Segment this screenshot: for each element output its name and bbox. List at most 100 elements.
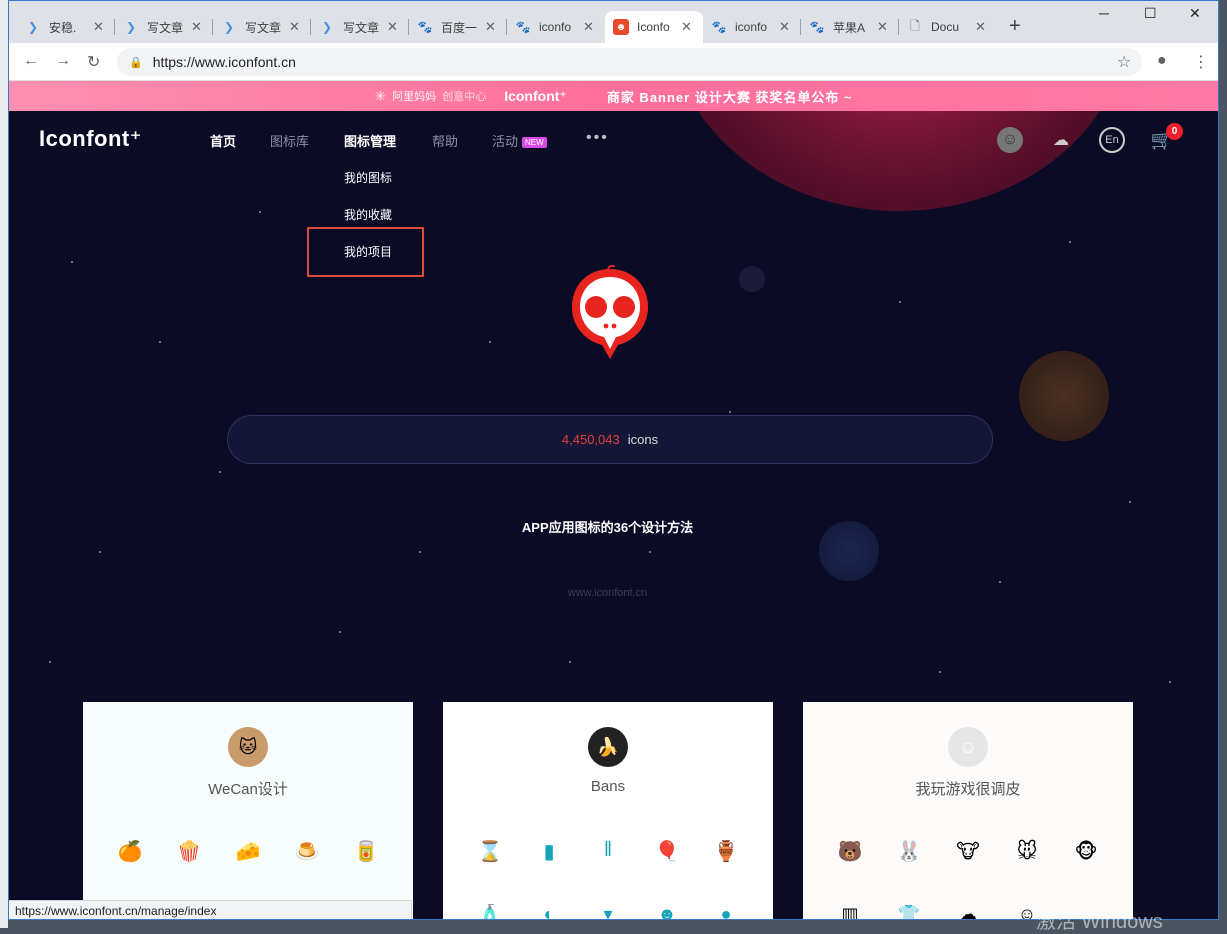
sparkle-icon: ✳ xyxy=(374,87,387,104)
cloud-icon[interactable]: ☁ xyxy=(939,904,997,919)
close-icon[interactable]: ✕ xyxy=(681,19,692,35)
close-icon[interactable]: ✕ xyxy=(93,19,104,35)
hourglass-icon[interactable]: ⌛ xyxy=(461,839,519,864)
orange-icon[interactable]: 🍊 xyxy=(101,839,159,864)
back-arrow-icon[interactable]: ← xyxy=(23,52,39,70)
rabbit-icon[interactable]: 🐰 xyxy=(880,839,938,864)
monkey-icon[interactable]: 🐵 xyxy=(1057,839,1115,864)
card-icon-row: 🐻 🐰 🐮 🐭 🐵 xyxy=(821,839,1115,864)
csdn-icon: ❯ xyxy=(125,20,137,34)
tab-8[interactable]: 🐾 iconfo ✕ xyxy=(703,11,801,43)
balloon-icon[interactable]: 🎈 xyxy=(638,839,696,864)
close-icon[interactable]: ✕ xyxy=(583,19,594,35)
card-icon-row: ⌛ ▮ ‖ 🎈 🏺 xyxy=(461,839,755,864)
close-icon[interactable]: ✕ xyxy=(191,19,202,35)
cat-avatar: 🐱 xyxy=(228,727,268,767)
tab-6[interactable]: 🐾 iconfo ✕ xyxy=(507,11,605,43)
orange-planet xyxy=(1019,351,1109,441)
menu-my-icons[interactable]: 我的图标 xyxy=(344,169,392,186)
user-avatar-icon[interactable]: ☺ xyxy=(997,127,1023,153)
default-avatar: ☺ xyxy=(948,727,988,767)
upload-cloud-icon[interactable]: ☁ xyxy=(1048,127,1074,153)
csdn-icon: ❯ xyxy=(223,20,235,34)
icon-count-label: icons xyxy=(627,432,659,447)
card-icon-row: 🍊 🍿 🧀 🍮 🥫 xyxy=(101,839,395,864)
new-tab-button[interactable]: + xyxy=(1009,15,1021,38)
nav-icon-library[interactable]: 图标库 xyxy=(270,131,309,150)
tab-4[interactable]: ❯ 写文章 ✕ xyxy=(311,11,409,43)
forward-arrow-icon[interactable]: → xyxy=(55,52,71,70)
banner-creative-text: 创意中心 xyxy=(442,91,487,103)
bear-icon[interactable]: 🐻 xyxy=(821,839,879,864)
tab-2[interactable]: ❯ 写文章 ✕ xyxy=(115,11,213,43)
nav-activity-label: 活动 xyxy=(492,134,519,149)
cow-icon[interactable]: 🐮 xyxy=(939,839,997,864)
cutlery-icon[interactable]: ‖ xyxy=(579,839,637,864)
canned-food-icon[interactable]: 🥫 xyxy=(337,839,395,864)
tab-1[interactable]: ❯ 安稳. ✕ xyxy=(17,11,115,43)
cheese-icon[interactable]: 🧀 xyxy=(219,839,277,864)
vase-icon[interactable]: 🏺 xyxy=(697,839,755,864)
mouse-icon[interactable]: 🐭 xyxy=(998,839,1056,864)
half-circle-icon[interactable]: ◐ xyxy=(520,904,578,919)
tab-5[interactable]: 🐾 百度一 ✕ xyxy=(409,11,507,43)
close-icon[interactable]: ✕ xyxy=(975,19,986,35)
site-header: Iconfont⁺ 首页 图标库 图标管理 帮助 活动 NEW ••• ☺ ☁ E… xyxy=(9,111,1218,171)
minimize-button[interactable]: ─ xyxy=(1099,5,1109,21)
face-icon[interactable]: ☻ xyxy=(638,904,696,919)
promo-banner[interactable]: ✳ 阿里妈妈 创意中心 Iconfont⁺ 商家 Banner 设计大赛 获奖名单… xyxy=(9,81,1218,111)
menu-my-favorites[interactable]: 我的收藏 xyxy=(344,206,392,223)
tab-title: 写文章 xyxy=(245,20,282,35)
close-icon[interactable]: ✕ xyxy=(289,19,300,35)
close-icon[interactable]: ✕ xyxy=(387,19,398,35)
site-watermark: www.iconfont.cn xyxy=(567,587,648,599)
bookmark-star-icon[interactable]: ☆ xyxy=(1117,52,1131,72)
shirt-icon[interactable]: 👕 xyxy=(880,904,938,919)
document-icon: 🗋 xyxy=(910,18,920,33)
cabinet-icon[interactable]: ▥ xyxy=(821,904,879,919)
tab-title: 写文章 xyxy=(343,20,380,35)
designer-card-bans[interactable]: 🍌 Bans ⌛ ▮ ‖ 🎈 🏺 🧴 ◐ ▾ ☻ ● xyxy=(443,702,773,919)
designer-card-game[interactable]: ☺ 我玩游戏很调皮 🐻 🐰 🐮 🐭 🐵 ▥ 👕 ☁ ☺ xyxy=(803,702,1133,919)
close-icon[interactable]: ✕ xyxy=(779,19,790,35)
ball-icon[interactable]: ● xyxy=(697,904,755,919)
phone-icon[interactable]: ▮ xyxy=(520,839,578,864)
tab-9[interactable]: 🐾 苹果A ✕ xyxy=(801,11,899,43)
nav-help[interactable]: 帮助 xyxy=(432,131,458,150)
alibaba-logo: ✳ 阿里妈妈 创意中心 xyxy=(374,88,486,105)
profile-icon[interactable]: ● xyxy=(1157,52,1167,70)
address-bar[interactable]: 🔒 https://www.iconfont.cn xyxy=(117,48,1142,76)
csdn-icon: ❯ xyxy=(27,20,39,34)
site-logo[interactable]: Iconfont⁺ xyxy=(39,126,142,152)
window-close-button[interactable]: ✕ xyxy=(1189,5,1201,22)
reload-icon[interactable]: ↻ xyxy=(87,52,100,72)
icon-count: 4,450,043 xyxy=(561,432,620,447)
nav-home[interactable]: 首页 xyxy=(210,131,236,150)
maximize-button[interactable]: ☐ xyxy=(1144,5,1157,22)
more-icon[interactable]: ••• xyxy=(586,129,609,147)
close-icon[interactable]: ✕ xyxy=(877,19,888,35)
bottle-icon[interactable]: 🧴 xyxy=(461,904,519,919)
nav-activity[interactable]: 活动 NEW xyxy=(492,131,547,150)
designer-card-wecan[interactable]: 🐱 WeCan设计 🍊 🍿 🧀 🍮 🥫 xyxy=(83,702,413,919)
tab-title: 写文章 xyxy=(147,20,184,35)
language-en-icon[interactable]: En xyxy=(1099,127,1125,153)
pudding-icon[interactable]: 🍮 xyxy=(278,839,336,864)
cup-icon[interactable]: ▾ xyxy=(579,904,637,919)
tab-10[interactable]: 🗋 Docu ✕ xyxy=(899,11,997,43)
baidu-icon: 🐾 xyxy=(515,20,531,34)
featured-headline[interactable]: APP应用图标的36个设计方法 xyxy=(9,517,1206,536)
iconfont-mascot-icon xyxy=(572,265,648,359)
popcorn-icon[interactable]: 🍿 xyxy=(160,839,218,864)
desktop-background xyxy=(0,0,8,928)
search-box[interactable]: 4,450,043 icons xyxy=(227,415,993,464)
tab-3[interactable]: ❯ 写文章 ✕ xyxy=(213,11,311,43)
nav-icon-management[interactable]: 图标管理 xyxy=(344,131,396,150)
menu-kebab-icon[interactable]: ⋮ xyxy=(1193,52,1209,72)
tab-title: Iconfo xyxy=(637,20,670,34)
baidu-icon: 🐾 xyxy=(417,20,433,34)
banner-brand: Iconfont⁺ xyxy=(504,87,567,104)
close-icon[interactable]: ✕ xyxy=(485,19,496,35)
small-planet xyxy=(739,266,765,292)
tab-7-active[interactable]: ☻ Iconfo ✕ xyxy=(605,11,703,43)
